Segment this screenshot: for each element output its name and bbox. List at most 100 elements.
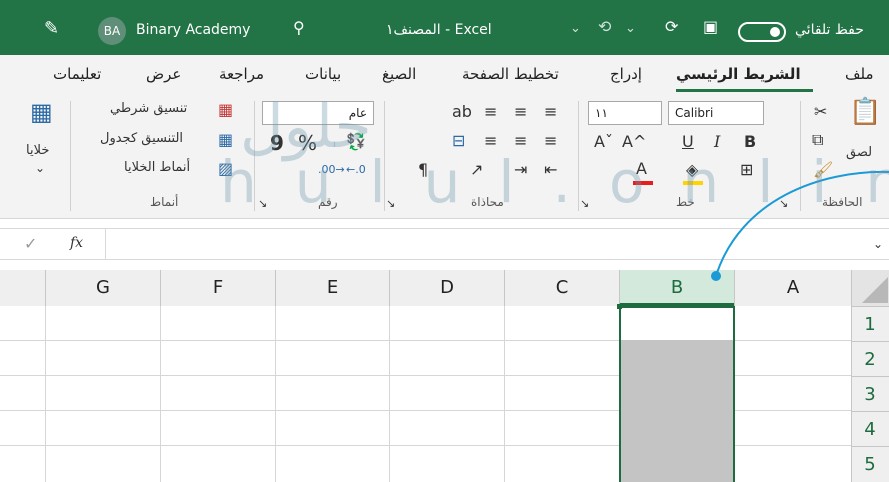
tab-view[interactable]: عرض xyxy=(146,65,181,83)
row-header-divider xyxy=(851,306,852,482)
cells-icon[interactable]: ▦ xyxy=(30,100,53,124)
copy-icon[interactable]: ⧉ xyxy=(812,131,823,149)
search-icon[interactable]: ⚲ xyxy=(293,19,305,37)
column-gridline xyxy=(504,306,505,482)
number-format-dropdown[interactable]: عام xyxy=(262,101,374,125)
row-header-3[interactable]: 3 xyxy=(851,376,889,411)
comma-style-button[interactable]: 9 xyxy=(270,131,284,155)
avatar[interactable]: BA xyxy=(98,17,126,45)
cells-button[interactable]: خلايا xyxy=(26,143,49,158)
account-name[interactable]: Binary Academy xyxy=(136,22,250,38)
rtl-direction-icon[interactable]: ¶ xyxy=(418,161,428,179)
insert-function-button[interactable]: fx xyxy=(70,235,83,251)
font-color-button[interactable]: A xyxy=(636,159,647,178)
cell-styles-icon: ▨ xyxy=(218,159,234,178)
column-gridline xyxy=(45,306,46,482)
column-header-partial[interactable] xyxy=(0,270,45,306)
tab-file[interactable]: ملف xyxy=(845,65,874,83)
row-header-2[interactable]: 2 xyxy=(851,341,889,376)
underline-button[interactable]: U xyxy=(682,132,694,151)
shrink-font-button[interactable]: Aˇ xyxy=(594,132,613,151)
wrap-text-icon[interactable]: ⇥ xyxy=(514,161,527,179)
tab-review[interactable]: مراجعة xyxy=(219,65,264,83)
font-launcher-icon[interactable]: ↘ xyxy=(580,195,589,213)
fill-color-icon[interactable]: ◈ xyxy=(686,161,698,179)
alignment-launcher-icon[interactable]: ↘ xyxy=(386,195,395,213)
indent-icon[interactable]: ⇤ xyxy=(544,161,557,179)
divider xyxy=(70,101,71,211)
tab-formulas[interactable]: الصيغ xyxy=(382,65,416,83)
tab-data[interactable]: بيانات xyxy=(305,65,341,83)
undo-dropdown-icon[interactable]: ⌄ xyxy=(625,20,636,38)
align-middle-icon[interactable]: ≡ xyxy=(514,103,527,121)
font-name-value: Calibri xyxy=(675,106,714,120)
paste-label[interactable]: لصق xyxy=(846,145,872,160)
customize-toolbar-icon[interactable]: ⌄ xyxy=(570,20,581,38)
font-color-swatch xyxy=(633,181,653,185)
column-header-g[interactable]: G xyxy=(45,270,160,306)
tab-help[interactable]: تعليمات xyxy=(53,65,101,83)
currency-icon[interactable]: 💱 xyxy=(346,133,366,151)
row-header-5[interactable]: 5 xyxy=(851,446,889,482)
conditional-formatting-button[interactable]: تنسيق شرطي xyxy=(110,101,187,116)
font-name-dropdown[interactable]: Calibri xyxy=(668,101,764,125)
column-header-c[interactable]: C xyxy=(504,270,619,306)
autosave-label: حفظ تلقائي xyxy=(795,22,864,38)
divider xyxy=(254,101,255,211)
number-launcher-icon[interactable]: ↘ xyxy=(258,195,267,213)
tab-home[interactable]: الشريط الرئيسي xyxy=(676,65,801,83)
align-right-icon[interactable]: ≡ xyxy=(484,132,497,150)
column-gridline xyxy=(389,306,390,482)
row-header-1[interactable]: 1 xyxy=(851,306,889,341)
styles-group-label: أنماط xyxy=(150,195,179,209)
orientation-icon[interactable]: ab xyxy=(452,103,472,121)
font-size-dropdown[interactable]: ١١ xyxy=(588,101,662,125)
cell-styles-button[interactable]: أنماط الخلايا xyxy=(124,160,190,175)
cut-icon[interactable]: ✂ xyxy=(814,103,827,121)
column-gridline xyxy=(160,306,161,482)
tab-insert[interactable]: إدراج xyxy=(610,65,642,83)
conditional-formatting-icon: ▦ xyxy=(218,100,234,119)
callout-connector xyxy=(711,170,889,281)
number-group-label: رقم xyxy=(318,195,338,209)
designer-pen-icon[interactable]: ✎ xyxy=(44,20,59,38)
toggle-knob xyxy=(770,27,780,37)
text-angle-icon[interactable]: ↗ xyxy=(470,161,483,179)
italic-button[interactable]: I xyxy=(714,132,720,151)
chevron-down-icon[interactable]: ⌄ xyxy=(35,159,45,177)
fill-handle[interactable] xyxy=(617,304,622,309)
percent-button[interactable]: % xyxy=(298,131,317,155)
number-format-value: عام xyxy=(348,106,367,120)
grow-font-button[interactable]: A^ xyxy=(622,132,646,151)
selection-border xyxy=(619,306,735,482)
column-header-f[interactable]: F xyxy=(160,270,275,306)
font-size-value: ١١ xyxy=(595,106,608,120)
align-center-icon[interactable]: ≡ xyxy=(514,132,527,150)
autosave-toggle[interactable] xyxy=(738,22,786,42)
document-title: Excel - المصنف١ xyxy=(386,22,492,38)
divider xyxy=(384,101,385,211)
merge-center-icon[interactable]: ⊟ xyxy=(452,132,465,150)
font-group-label: خط xyxy=(676,195,695,209)
checkmark-icon[interactable]: ✓ xyxy=(24,235,37,253)
ribbon-tabs: ملف الشريط الرئيسي إدراج تخطيط الصفحة ال… xyxy=(0,55,889,95)
column-header-d[interactable]: D xyxy=(389,270,504,306)
redo-icon[interactable]: ⟳ xyxy=(665,18,678,36)
title-bar: ✎ BA Binary Academy ⚲ Excel - المصنف١ ⌄ … xyxy=(0,0,889,63)
undo-icon[interactable]: ⟲ xyxy=(598,18,611,36)
save-icon[interactable]: ▣ xyxy=(703,18,718,36)
format-as-table-icon: ▦ xyxy=(218,130,234,149)
paste-icon[interactable]: 📋 xyxy=(849,99,881,125)
format-as-table-button[interactable]: التنسيق كجدول xyxy=(100,131,183,146)
decrease-decimal-icon[interactable]: ←.0 xyxy=(346,161,366,179)
alignment-group-label: محاذاة xyxy=(471,195,504,209)
bold-button[interactable]: B xyxy=(744,132,756,151)
align-left-icon[interactable]: ≡ xyxy=(544,132,557,150)
row-header-4[interactable]: 4 xyxy=(851,411,889,446)
cell-grid[interactable] xyxy=(0,304,851,482)
align-bottom-icon[interactable]: ≡ xyxy=(544,103,557,121)
column-header-e[interactable]: E xyxy=(275,270,389,306)
tab-page-layout[interactable]: تخطيط الصفحة xyxy=(462,65,559,83)
align-top-icon[interactable]: ≡ xyxy=(484,103,497,121)
increase-decimal-icon[interactable]: .00→ xyxy=(318,161,345,179)
